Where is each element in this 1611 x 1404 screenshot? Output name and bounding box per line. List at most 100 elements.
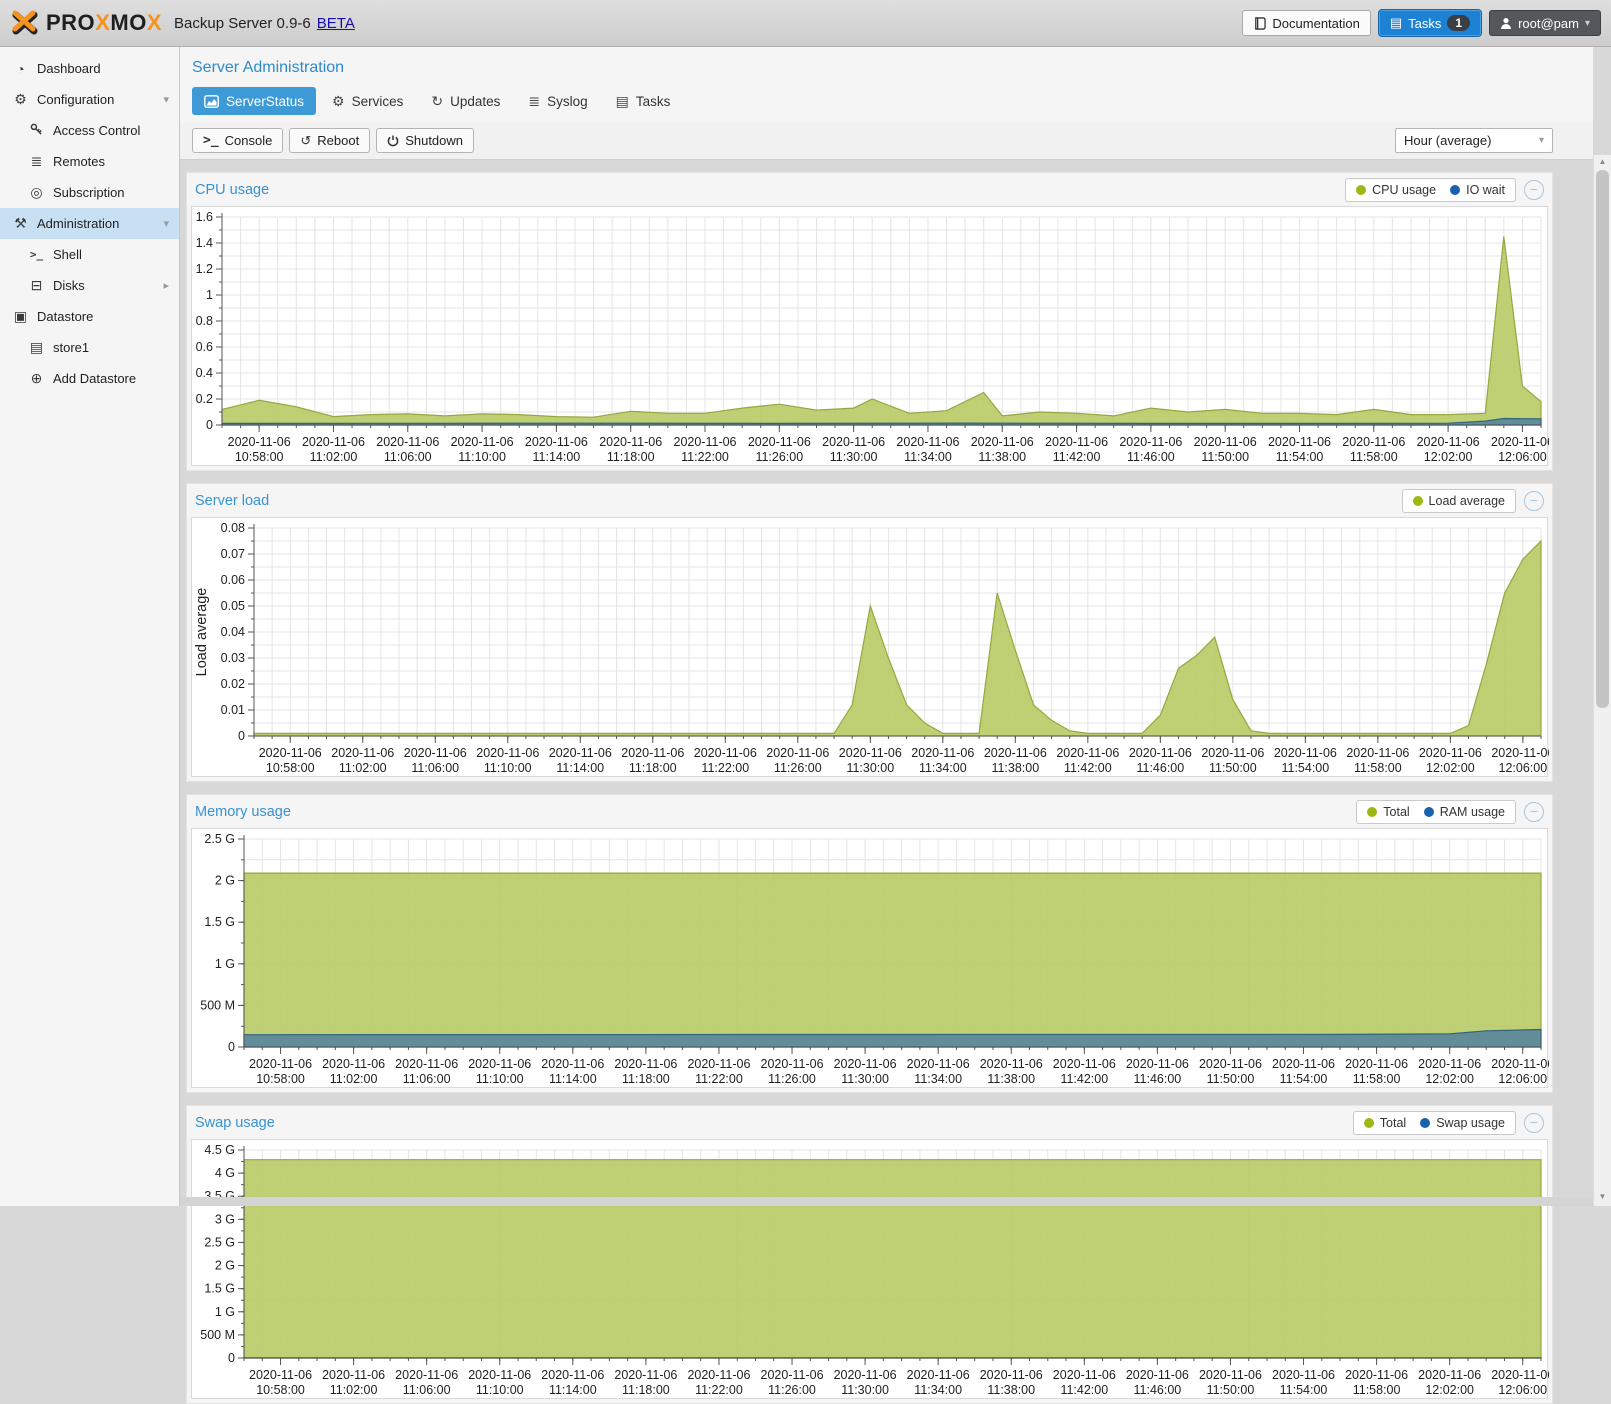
svg-text:2020-11-06: 2020-11-06 — [1491, 746, 1549, 760]
legend-item[interactable]: Total — [1367, 805, 1409, 819]
disk-icon: ⊟ — [28, 277, 45, 294]
tab-serverstatus[interactable]: ServerStatus — [192, 87, 316, 115]
list-icon: ≣ — [528, 93, 540, 110]
svg-text:11:22:00: 11:22:00 — [695, 1072, 743, 1086]
legend-item[interactable]: Total — [1364, 1116, 1406, 1130]
book-icon — [1253, 17, 1266, 30]
svg-text:2020-11-06: 2020-11-06 — [1272, 1368, 1335, 1382]
scroll-down-arrow[interactable]: ▼ — [1594, 1190, 1611, 1204]
svg-text:1.4: 1.4 — [196, 236, 213, 250]
scroll-up-arrow[interactable]: ▲ — [1594, 155, 1611, 169]
svg-text:2020-11-06: 2020-11-06 — [980, 1368, 1043, 1382]
svg-text:2020-11-06: 2020-11-06 — [687, 1057, 750, 1071]
svg-text:2.5 G: 2.5 G — [204, 832, 235, 846]
svg-text:11:58:00: 11:58:00 — [1353, 1072, 1401, 1086]
svg-text:11:02:00: 11:02:00 — [330, 1072, 378, 1086]
tab-tasks[interactable]: ▤ Tasks — [604, 87, 683, 115]
svg-text:2020-11-06: 2020-11-06 — [302, 435, 365, 449]
sidebar-item-datastore[interactable]: ▣ Datastore — [0, 301, 179, 332]
legend-item[interactable]: Load average — [1413, 494, 1505, 508]
list-icon: ≣ — [28, 153, 45, 170]
svg-text:11:42:00: 11:42:00 — [1053, 450, 1101, 464]
svg-text:3 G: 3 G — [215, 1212, 235, 1226]
svg-text:2.5 G: 2.5 G — [204, 1235, 235, 1249]
svg-text:2020-11-06: 2020-11-06 — [599, 435, 662, 449]
svg-text:11:50:00: 11:50:00 — [1207, 1072, 1255, 1086]
legend-item[interactable]: Swap usage — [1420, 1116, 1505, 1130]
svg-text:11:46:00: 11:46:00 — [1134, 1072, 1182, 1086]
tab-services[interactable]: ⚙ Services — [320, 87, 415, 115]
svg-text:11:18:00: 11:18:00 — [607, 450, 655, 464]
sidebar-item-shell[interactable]: >_ Shell — [0, 239, 179, 270]
svg-text:2020-11-06: 2020-11-06 — [1345, 1368, 1408, 1382]
svg-text:2020-11-06: 2020-11-06 — [896, 435, 959, 449]
svg-text:2020-11-06: 2020-11-06 — [694, 746, 757, 760]
sidebar-item-subscription[interactable]: ◎ Subscription — [0, 177, 179, 208]
svg-text:11:42:00: 11:42:00 — [1060, 1383, 1108, 1397]
svg-text:12:06:00: 12:06:00 — [1498, 1072, 1547, 1086]
toolbar: >_ Console ↺ Reboot Shutdown Hour (avera… — [180, 123, 1593, 160]
collapse-panel-button[interactable]: − — [1524, 180, 1544, 200]
collapse-panel-button[interactable]: − — [1524, 491, 1544, 511]
svg-text:12:06:00: 12:06:00 — [1498, 1383, 1547, 1397]
tab-syslog[interactable]: ≣ Syslog — [516, 87, 599, 115]
legend-dot — [1356, 185, 1366, 195]
svg-text:2020-11-06: 2020-11-06 — [1274, 746, 1337, 760]
console-button[interactable]: >_ Console — [192, 128, 283, 153]
legend-item[interactable]: RAM usage — [1424, 805, 1505, 819]
svg-text:2020-11-06: 2020-11-06 — [322, 1368, 385, 1382]
sidebar-item-administration[interactable]: ⚒ Administration ▾ — [0, 208, 179, 239]
svg-text:2020-11-06: 2020-11-06 — [761, 1368, 824, 1382]
svg-text:11:22:00: 11:22:00 — [695, 1383, 743, 1397]
svg-text:2020-11-06: 2020-11-06 — [839, 746, 902, 760]
collapse-panel-button[interactable]: − — [1524, 802, 1544, 822]
svg-text:11:54:00: 11:54:00 — [1280, 1383, 1328, 1397]
svg-text:2020-11-06: 2020-11-06 — [1053, 1057, 1116, 1071]
svg-text:10:58:00: 10:58:00 — [256, 1072, 305, 1086]
svg-text:11:30:00: 11:30:00 — [841, 1072, 889, 1086]
shutdown-button[interactable]: Shutdown — [376, 128, 474, 153]
svg-text:2020-11-06: 2020-11-06 — [1418, 1057, 1481, 1071]
scrollbar-thumb[interactable] — [1596, 170, 1609, 708]
logo-wordmark: PROXMOX — [46, 10, 162, 36]
tasks-button[interactable]: ▤ Tasks 1 — [1379, 10, 1481, 36]
sidebar-item-access-control[interactable]: Access Control — [0, 115, 179, 146]
sidebar-item-dashboard[interactable]: ◔ Dashboard — [0, 53, 179, 84]
time-range-select[interactable]: Hour (average) ▾ — [1395, 128, 1553, 153]
database-icon: ▤ — [28, 339, 45, 356]
svg-text:2020-11-06: 2020-11-06 — [980, 1057, 1043, 1071]
svg-text:11:46:00: 11:46:00 — [1127, 450, 1175, 464]
reboot-button[interactable]: ↺ Reboot — [289, 128, 370, 153]
tab-updates[interactable]: ↻ Updates — [419, 87, 512, 115]
sidebar-item-configuration[interactable]: ⚙ Configuration ▾ — [0, 84, 179, 115]
svg-text:10:58:00: 10:58:00 — [266, 761, 315, 775]
sidebar-item-add-datastore[interactable]: ⊕ Add Datastore — [0, 363, 179, 394]
sidebar-item-store1[interactable]: ▤ store1 — [0, 332, 179, 363]
svg-text:2020-11-06: 2020-11-06 — [395, 1368, 458, 1382]
svg-text:11:30:00: 11:30:00 — [846, 761, 894, 775]
support-icon: ◎ — [28, 184, 45, 201]
legend-item[interactable]: IO wait — [1450, 183, 1505, 197]
beta-link[interactable]: BETA — [317, 15, 355, 32]
documentation-button[interactable]: Documentation — [1242, 10, 1370, 36]
svg-text:11:34:00: 11:34:00 — [904, 450, 952, 464]
svg-text:11:46:00: 11:46:00 — [1136, 761, 1184, 775]
swap-usage-panel: Swap usage Total Swap usage − 0500 M1 G1… — [186, 1105, 1553, 1404]
svg-text:4.5 G: 4.5 G — [204, 1143, 235, 1157]
svg-text:2020-11-06: 2020-11-06 — [1056, 746, 1119, 760]
svg-text:2020-11-06: 2020-11-06 — [525, 435, 588, 449]
legend-item[interactable]: CPU usage — [1356, 183, 1436, 197]
svg-text:11:22:00: 11:22:00 — [681, 450, 729, 464]
svg-text:11:10:00: 11:10:00 — [476, 1383, 524, 1397]
collapse-panel-button[interactable]: − — [1524, 1113, 1544, 1133]
svg-text:11:26:00: 11:26:00 — [768, 1383, 816, 1397]
svg-text:12:06:00: 12:06:00 — [1499, 761, 1548, 775]
svg-text:2020-11-06: 2020-11-06 — [1053, 1368, 1116, 1382]
sidebar-item-remotes[interactable]: ≣ Remotes — [0, 146, 179, 177]
main-content: Server Administration ServerStatus ⚙ Ser… — [180, 47, 1593, 1206]
sidebar-item-disks[interactable]: ⊟ Disks ▸ — [0, 270, 179, 301]
user-icon — [1500, 17, 1512, 29]
svg-text:11:14:00: 11:14:00 — [533, 450, 581, 464]
user-menu-button[interactable]: root@pam ▾ — [1489, 10, 1601, 36]
vertical-scrollbar[interactable]: ▲ ▼ — [1593, 155, 1611, 1206]
